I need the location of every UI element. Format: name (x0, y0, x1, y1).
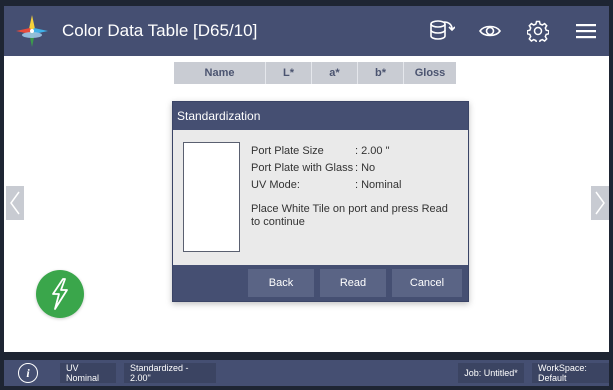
app-logo-icon[interactable] (12, 11, 52, 51)
info-label: Port Plate Size (251, 144, 324, 157)
white-tile-preview (183, 142, 240, 252)
uv-mode-row: UV Mode: : Nominal (251, 176, 451, 193)
column-header-gloss[interactable]: Gloss (404, 62, 456, 84)
next-page-button[interactable] (591, 186, 609, 220)
info-value: : 2.00 " (355, 144, 390, 157)
status-bar: i UV Nominal Standardized - 2.00" Job: U… (4, 360, 609, 386)
job-chip[interactable]: Job: Untitled* (458, 363, 524, 383)
database-transfer-icon[interactable] (429, 18, 455, 44)
main-content: Name L* a* b* Gloss Standardization Port… (4, 56, 609, 352)
column-header-name[interactable]: Name (174, 62, 266, 84)
port-plate-size-row: Port Plate Size : 2.00 " (251, 142, 451, 159)
info-value: : No (355, 161, 376, 174)
uv-mode-chip[interactable]: UV Nominal (60, 363, 116, 383)
column-header-l[interactable]: L* (266, 62, 312, 84)
page-title: Color Data Table [D65/10] (62, 21, 258, 40)
info-label: UV Mode: (251, 178, 300, 191)
dialog-title: Standardization (173, 102, 468, 130)
info-label: Port Plate with Glass (251, 161, 354, 174)
eye-icon[interactable] (477, 18, 503, 44)
previous-page-button[interactable] (6, 186, 24, 220)
toolbar-icons (429, 6, 599, 56)
chevron-right-icon (595, 191, 605, 215)
top-bar: Color Data Table [D65/10] (4, 6, 609, 56)
info-icon[interactable]: i (18, 363, 38, 383)
app-frame: Color Data Table [D65/10] Name L* a* b* … (0, 0, 613, 390)
column-header-b[interactable]: b* (358, 62, 404, 84)
standardization-info: Port Plate Size : 2.00 " Port Plate with… (251, 142, 451, 229)
data-table-header: Name L* a* b* Gloss (174, 62, 456, 84)
port-plate-glass-row: Port Plate with Glass : No (251, 159, 451, 176)
workspace-chip[interactable]: WorkSpace: Default (532, 363, 609, 383)
column-header-a[interactable]: a* (312, 62, 358, 84)
lightning-icon (52, 278, 68, 310)
standardized-chip[interactable]: Standardized - 2.00" (124, 363, 216, 383)
read-button[interactable]: Read (320, 269, 386, 297)
menu-icon[interactable] (573, 18, 599, 44)
cancel-button[interactable]: Cancel (392, 269, 462, 297)
back-button[interactable]: Back (248, 269, 314, 297)
standardization-dialog: Standardization Port Plate Size : 2.00 "… (172, 101, 469, 302)
instruction-text: Place White Tile on port and press Read … (251, 203, 448, 228)
gear-icon[interactable] (525, 18, 551, 44)
info-value: : Nominal (355, 178, 402, 191)
read-measurement-button[interactable] (36, 270, 84, 318)
chevron-left-icon (10, 191, 20, 215)
dialog-body: Port Plate Size : 2.00 " Port Plate with… (173, 130, 468, 266)
dialog-footer: Back Read Cancel (173, 265, 468, 301)
